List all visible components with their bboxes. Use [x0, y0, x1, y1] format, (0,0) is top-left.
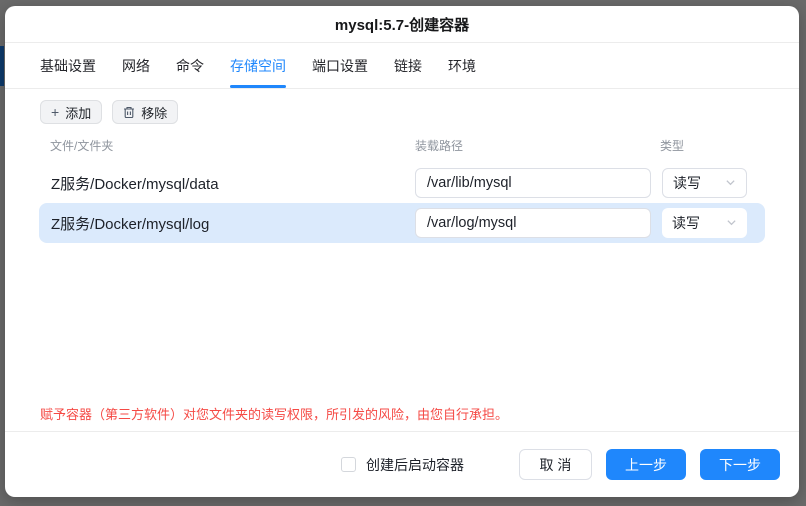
next-step-button[interactable]: 下一步 [700, 449, 780, 480]
chevron-down-icon [726, 215, 737, 231]
background-edge-accent [0, 46, 4, 86]
cancel-button[interactable]: 取 消 [519, 449, 592, 480]
previous-step-button[interactable]: 上一步 [606, 449, 686, 480]
tab-ports[interactable]: 端口设置 [312, 43, 368, 88]
dialog-footer: 创建后启动容器 取 消 上一步 下一步 [5, 431, 799, 497]
column-header-type: 类型 [660, 139, 685, 153]
start-after-create-checkbox-group[interactable]: 创建后启动容器 [341, 455, 464, 475]
tab-command[interactable]: 命令 [176, 43, 204, 88]
mount-path-input[interactable] [415, 168, 651, 198]
type-select[interactable]: 读写 [662, 168, 747, 198]
storage-toolbar: + 添加 移除 [5, 89, 799, 124]
plus-icon: + [51, 104, 60, 120]
volume-row-data[interactable]: Z服务/Docker/mysql/data 读写 [39, 163, 765, 203]
checkbox-label: 创建后启动容器 [366, 456, 464, 473]
folder-path-label: Z服务/Docker/mysql/data [51, 175, 219, 193]
dialog-title: mysql:5.7-创建容器 [334, 16, 470, 34]
folder-path-label: Z服务/Docker/mysql/log [51, 215, 210, 233]
permission-warning-text: 赋予容器（第三方软件）对您文件夹的读写权限，所引发的风险，由您自行承担。 [40, 407, 509, 422]
add-button[interactable]: + 添加 [40, 100, 103, 124]
volume-row-log[interactable]: Z服务/Docker/mysql/log 读写 [39, 203, 765, 243]
column-header-mount-path: 装载路径 [415, 139, 464, 153]
remove-button[interactable]: 移除 [112, 100, 179, 124]
tab-bar: 基础设置 网络 命令 存储空间 端口设置 链接 环境 [5, 43, 799, 89]
trash-icon [123, 106, 135, 119]
type-select[interactable]: 读写 [662, 208, 747, 238]
tab-storage[interactable]: 存储空间 [230, 43, 286, 88]
checkbox-unchecked[interactable] [341, 457, 356, 472]
chevron-down-icon [725, 175, 736, 191]
tab-network[interactable]: 网络 [122, 43, 150, 88]
tab-basic-settings[interactable]: 基础设置 [40, 43, 96, 88]
tab-environment[interactable]: 环境 [448, 43, 476, 88]
create-container-dialog: mysql:5.7-创建容器 基础设置 网络 命令 存储空间 端口设置 链接 环… [5, 6, 799, 497]
dialog-header: mysql:5.7-创建容器 [5, 6, 799, 43]
tab-links[interactable]: 链接 [394, 43, 422, 88]
mount-path-input[interactable] [415, 208, 651, 238]
column-header-folder: 文件/文件夹 [50, 139, 114, 153]
